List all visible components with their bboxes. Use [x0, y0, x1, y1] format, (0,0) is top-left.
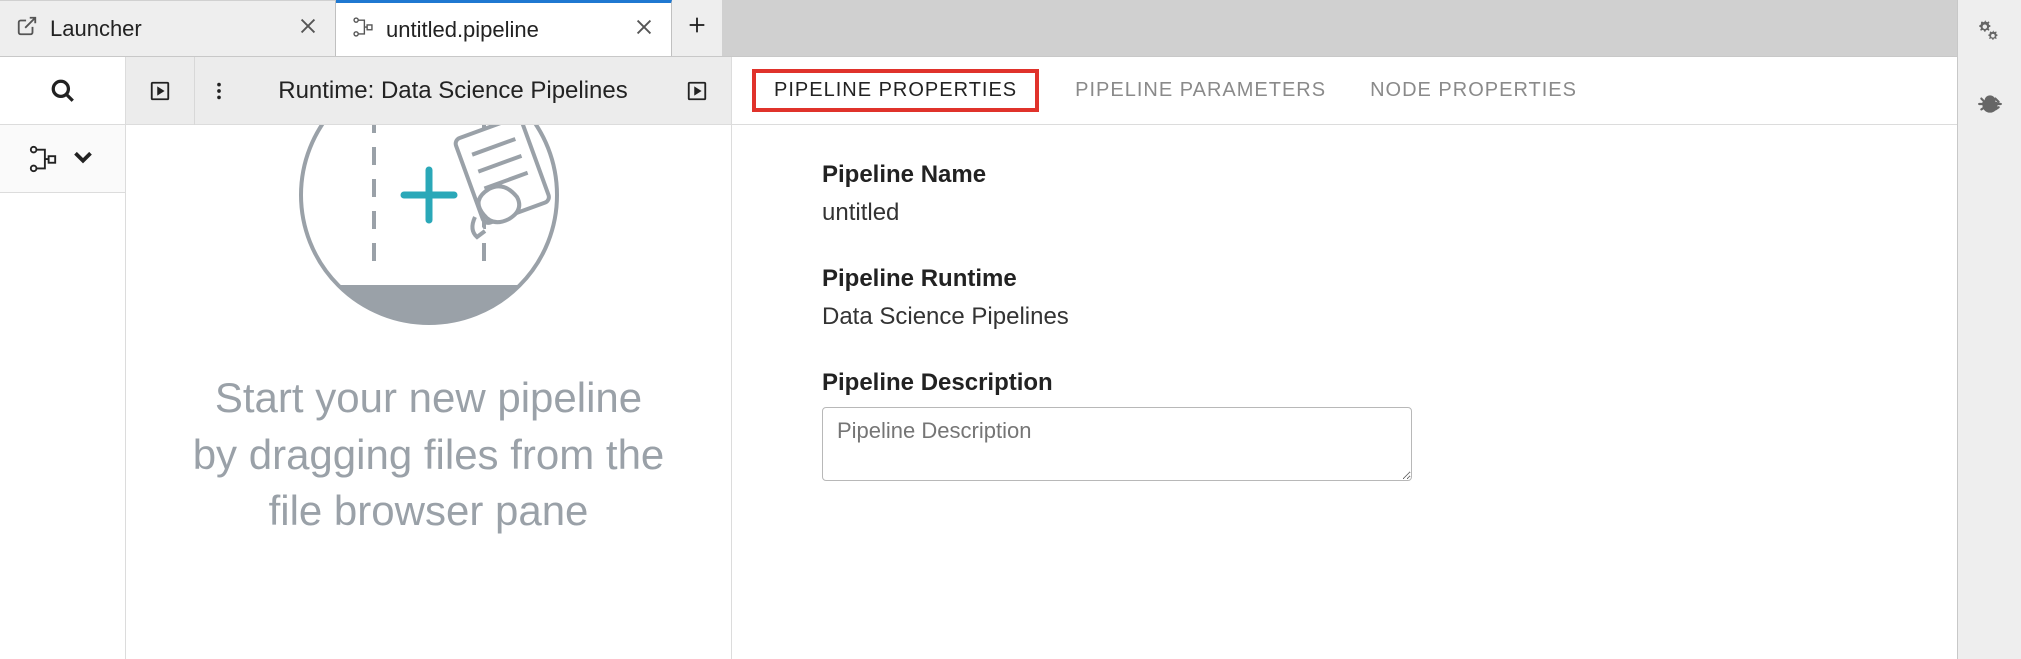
tab-pipeline-parameters[interactable]: PIPELINE PARAMETERS [1067, 75, 1334, 106]
field-label: Pipeline Name [822, 161, 1931, 189]
plus-icon [686, 14, 708, 42]
field-label: Pipeline Runtime [822, 265, 1931, 293]
gears-icon[interactable] [1977, 20, 2003, 51]
left-sidebar [0, 57, 126, 659]
right-utility-strip [1957, 0, 2021, 659]
close-icon[interactable] [297, 15, 319, 43]
field-label: Pipeline Description [822, 369, 1931, 397]
field-pipeline-runtime: Pipeline Runtime Data Science Pipelines [822, 265, 1931, 331]
field-value: untitled [822, 199, 1931, 227]
properties-panel: PIPELINE PROPERTIES PIPELINE PARAMETERS … [732, 57, 2021, 659]
pipeline-palette-button[interactable] [0, 125, 125, 193]
properties-tab-bar: PIPELINE PROPERTIES PIPELINE PARAMETERS … [732, 57, 2021, 125]
canvas-hint-text: Start your new pipeline by dragging file… [189, 370, 669, 540]
tab-launcher[interactable]: Launcher [0, 0, 336, 56]
close-icon[interactable] [633, 16, 655, 44]
runtime-label: Runtime: Data Science Pipelines [243, 77, 663, 105]
toggle-panel-button[interactable] [663, 57, 731, 125]
description-textarea[interactable] [822, 407, 1412, 481]
external-link-icon [16, 15, 38, 43]
chevron-down-icon [68, 142, 98, 175]
canvas-illustration [279, 125, 579, 360]
tab-pipeline-label: untitled.pipeline [386, 17, 621, 43]
pipeline-icon [352, 16, 374, 44]
tab-node-properties[interactable]: NODE PROPERTIES [1362, 75, 1585, 106]
field-pipeline-name: Pipeline Name untitled [822, 161, 1931, 227]
more-menu-button[interactable] [195, 57, 243, 125]
tab-bar: Launcher untitled.pipeline [0, 0, 2021, 56]
add-tab-button[interactable] [672, 0, 722, 56]
main-area: Runtime: Data Science Pipelines [0, 56, 2021, 659]
tab-pipeline[interactable]: untitled.pipeline [336, 0, 672, 56]
field-pipeline-description: Pipeline Description [822, 369, 1931, 486]
bug-icon[interactable] [1977, 91, 2003, 122]
editor-column: Runtime: Data Science Pipelines [126, 57, 732, 659]
field-value: Data Science Pipelines [822, 303, 1931, 331]
canvas-area[interactable]: Start your new pipeline by dragging file… [126, 125, 731, 659]
tab-pipeline-properties[interactable]: PIPELINE PROPERTIES [766, 75, 1025, 105]
search-button[interactable] [0, 57, 125, 125]
properties-body: Pipeline Name untitled Pipeline Runtime … [732, 125, 2021, 560]
editor-toolbar: Runtime: Data Science Pipelines [126, 57, 731, 125]
save-button[interactable] [126, 57, 194, 125]
highlight-box: PIPELINE PROPERTIES [752, 69, 1039, 112]
tab-launcher-label: Launcher [50, 16, 285, 42]
